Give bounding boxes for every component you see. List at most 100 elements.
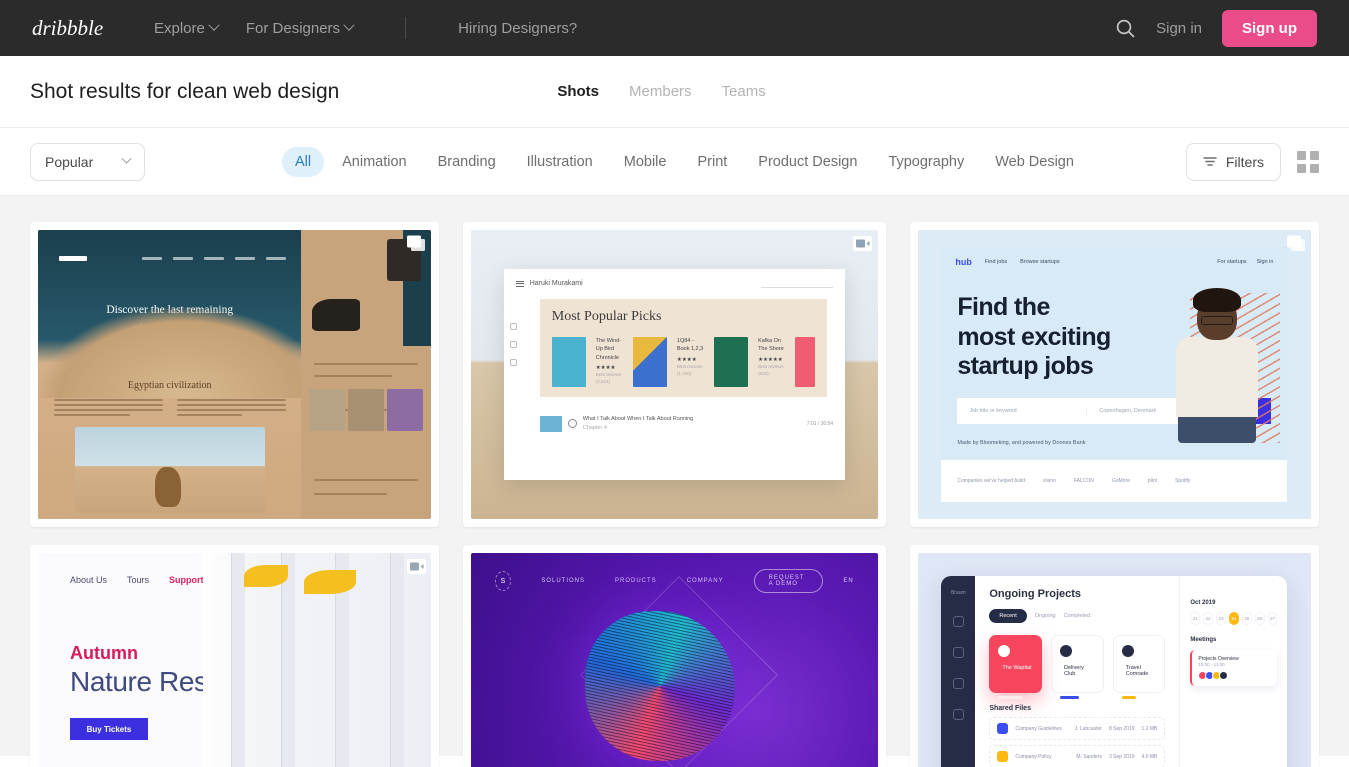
- home-icon[interactable]: [952, 616, 964, 628]
- file-owner: M. Sanders: [1076, 753, 1102, 760]
- book-cover: [551, 337, 586, 388]
- nav-find-jobs[interactable]: Find jobs: [985, 259, 1007, 265]
- partner-logo: GoMore: [1111, 477, 1130, 484]
- dashboard-right-panel: Oct 2019 21 22 23 24 25 26 27 Meetings P…: [1179, 576, 1287, 767]
- dribbble-logo[interactable]: dribbble: [32, 16, 112, 40]
- book-cover: [632, 337, 667, 388]
- dashboard-main: Ongoing Projects Recent Ongoing Complete…: [975, 576, 1179, 767]
- play-icon[interactable]: [567, 419, 577, 429]
- calendar-day[interactable]: 27: [1267, 612, 1278, 626]
- file-row[interactable]: Company Guidelines J. Lancaster 8 Sep 20…: [989, 717, 1166, 741]
- category-tab-all[interactable]: All: [282, 146, 325, 177]
- shot-card-scrovex[interactable]: S SOLUTIONS PRODUCTS COMPANY REQUEST A D…: [463, 545, 886, 767]
- tab-members[interactable]: Members: [629, 83, 692, 100]
- category-tab-illustration[interactable]: Illustration: [514, 147, 606, 177]
- scrovex-request-demo-button[interactable]: REQUEST A DEMO: [753, 569, 824, 593]
- sort-select[interactable]: Popular: [30, 142, 145, 181]
- project-card[interactable]: Delivery Club: [1051, 635, 1104, 700]
- book-title: The Wind-Up Bird Chronicle: [595, 338, 622, 361]
- shot-grid: Discover the last remaining of ancient e…: [30, 222, 1319, 767]
- shot-thumbnail-project-dashboard[interactable]: Braum Ongoing Projects Recent Ongoing Co…: [917, 553, 1311, 767]
- scrovex-nav-right: REQUEST A DEMO EN: [753, 569, 854, 593]
- shot-thumbnail-scrovex[interactable]: S SOLUTIONS PRODUCTS COMPANY REQUEST A D…: [471, 553, 878, 767]
- sign-up-button[interactable]: Sign up: [1222, 9, 1317, 47]
- calendar-day[interactable]: 21: [1190, 612, 1201, 626]
- sort-select-value: Popular: [45, 153, 94, 170]
- autumn-forest-illustration: [203, 553, 432, 767]
- scrovex-nav-products[interactable]: PRODUCTS: [615, 578, 657, 584]
- nav-item-for-designers-label: For Designers: [245, 19, 341, 37]
- egypt-site-nav: [59, 256, 286, 261]
- shot-thumbnail-book-app[interactable]: Haruki Murakami Most Popular Picks The W…: [471, 230, 878, 519]
- startup-jobs-footer: Companies we've helped build vivino FALC…: [941, 459, 1288, 502]
- category-tab-web-design[interactable]: Web Design: [982, 147, 1087, 177]
- project-card[interactable]: The Wapital: [989, 635, 1043, 700]
- autumn-nav-tours[interactable]: Tours: [127, 575, 149, 585]
- startup-jobs-nav-right: For startups Sign in: [1217, 259, 1273, 265]
- autumn-nav-about-us[interactable]: About Us: [70, 575, 107, 585]
- file-date: 8 Sep 2019: [1108, 725, 1135, 732]
- projects-icon[interactable]: [952, 647, 964, 659]
- tab-shots[interactable]: Shots: [557, 83, 599, 100]
- nav-item-hiring-designers[interactable]: Hiring Designers?: [458, 20, 577, 37]
- dashboard-filter-pills: Recent Ongoing Completed: [989, 609, 1165, 624]
- shot-card-startup-jobs[interactable]: hub Find jobs Browse startups For startu…: [909, 222, 1319, 527]
- sign-in-link[interactable]: Sign in: [1156, 20, 1202, 37]
- autumn-buy-tickets-button[interactable]: Buy Tickets: [70, 718, 148, 740]
- nav-item-explore-label: Explore: [154, 19, 205, 37]
- category-tab-branding[interactable]: Branding: [425, 147, 509, 177]
- file-name: Company Guidelines: [1015, 725, 1062, 732]
- meeting-time: 10:00 - 11:00: [1198, 662, 1225, 668]
- scrovex-nav-company[interactable]: COMPANY: [687, 578, 724, 584]
- job-keyword-input[interactable]: Job title or keyword: [957, 407, 1088, 414]
- calendar-day[interactable]: 23: [1216, 612, 1226, 626]
- hamburger-icon: [515, 280, 524, 287]
- egypt-section-heading: Egyptian civilization: [127, 380, 212, 392]
- nav-item-explore[interactable]: Explore: [154, 19, 220, 37]
- tab-teams[interactable]: Teams: [722, 83, 766, 100]
- project-card[interactable]: Travel Comrade: [1112, 635, 1166, 700]
- nav-browse-startups[interactable]: Browse startups: [1020, 259, 1059, 265]
- category-tab-product-design[interactable]: Product Design: [745, 147, 870, 177]
- nav-for-startups[interactable]: For startups: [1217, 259, 1246, 265]
- book-app-search-field[interactable]: [761, 279, 834, 289]
- category-tab-animation[interactable]: Animation: [329, 147, 419, 177]
- shot-card-autumn[interactable]: About Us Tours Support Us Autumn Nature …: [30, 545, 440, 767]
- grid-view-icon[interactable]: [1297, 150, 1319, 173]
- calendar-day[interactable]: 25: [1241, 612, 1252, 626]
- category-tab-print[interactable]: Print: [684, 147, 740, 177]
- chevron-down-icon: [121, 153, 132, 164]
- nav-sign-in[interactable]: Sign in: [1257, 259, 1274, 265]
- partner-logo: plint: [1147, 477, 1158, 484]
- settings-icon[interactable]: [952, 709, 964, 721]
- shot-card-book-app[interactable]: Haruki Murakami Most Popular Picks The W…: [463, 222, 886, 527]
- book-app-panel-heading: Most Popular Picks: [551, 309, 662, 325]
- calendar-icon[interactable]: [952, 678, 964, 690]
- player-time: 7:01 / 30:54: [806, 420, 834, 427]
- category-tab-mobile[interactable]: Mobile: [611, 147, 680, 177]
- book-title: Kafka On The Shore: [758, 338, 784, 353]
- file-row[interactable]: Company Policy M. Sanders 3 Sep 2019 4.0…: [989, 745, 1166, 767]
- meeting-card[interactable]: Projects Overview 10:00 - 11:00: [1190, 650, 1278, 687]
- category-tab-typography[interactable]: Typography: [875, 147, 977, 177]
- shot-card-project-dashboard[interactable]: Braum Ongoing Projects Recent Ongoing Co…: [909, 545, 1319, 767]
- project-name: The Wapital: [1002, 665, 1032, 672]
- pill-ongoing[interactable]: Ongoing: [1035, 613, 1056, 619]
- startup-jobs-nav: hub Find jobs Browse startups For startu…: [941, 247, 1287, 277]
- partner-logo: FALCON: [1073, 477, 1094, 484]
- pill-recent[interactable]: Recent: [989, 609, 1027, 624]
- footer-note: Companies we've helped build: [957, 477, 1026, 484]
- pill-completed[interactable]: Completed: [1064, 613, 1091, 619]
- shot-card-egypt[interactable]: Discover the last remaining of ancient e…: [30, 222, 440, 527]
- shot-thumbnail-egypt[interactable]: Discover the last remaining of ancient e…: [38, 230, 432, 519]
- nav-item-for-designers[interactable]: For Designers: [245, 19, 355, 37]
- calendar-day[interactable]: 22: [1203, 612, 1214, 626]
- scrovex-nav-solutions[interactable]: SOLUTIONS: [541, 578, 585, 584]
- search-icon[interactable]: [1115, 18, 1136, 39]
- scrovex-language-selector[interactable]: EN: [843, 578, 853, 584]
- filters-button[interactable]: Filters: [1185, 142, 1281, 181]
- shot-thumbnail-startup-jobs[interactable]: hub Find jobs Browse startups For startu…: [917, 230, 1311, 519]
- shot-thumbnail-autumn[interactable]: About Us Tours Support Us Autumn Nature …: [38, 553, 432, 767]
- calendar-day-selected[interactable]: 24: [1228, 612, 1239, 626]
- calendar-day[interactable]: 26: [1254, 612, 1265, 626]
